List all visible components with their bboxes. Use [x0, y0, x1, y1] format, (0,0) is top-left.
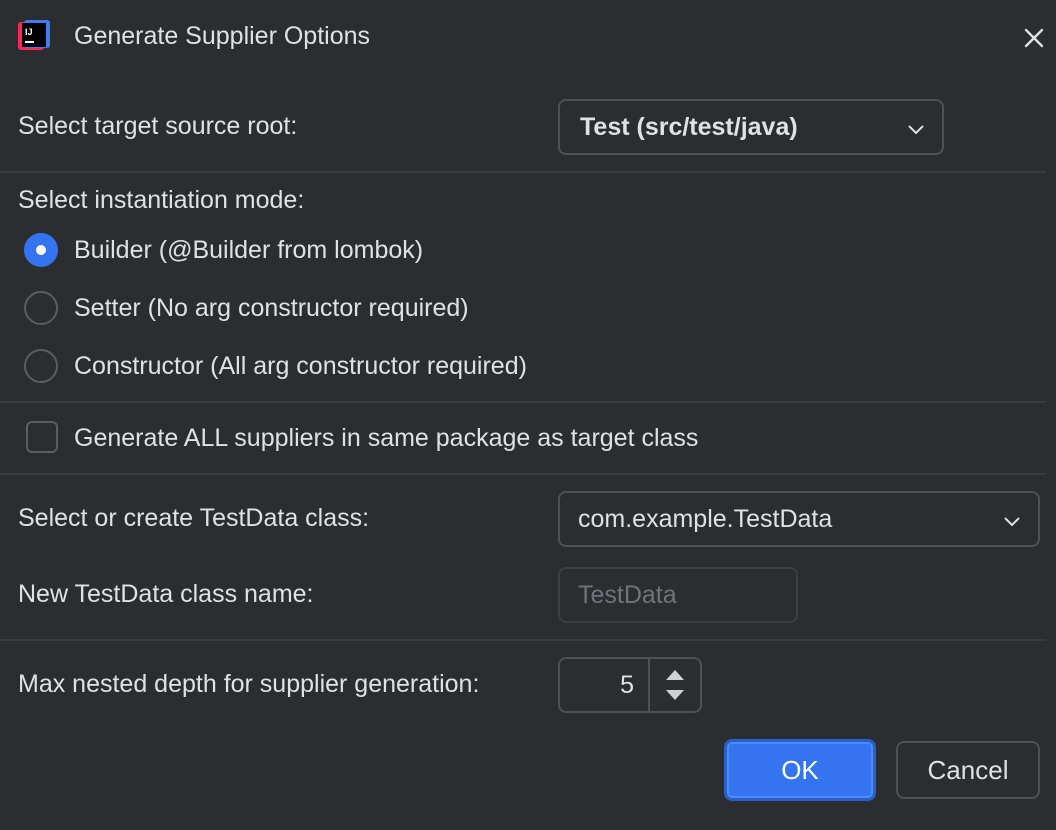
separator — [0, 401, 1046, 403]
max-depth-spinner[interactable]: 5 — [558, 657, 702, 713]
same-package-label[interactable]: Generate ALL suppliers in same package a… — [74, 422, 698, 454]
testdata-class-value: com.example.TestData — [578, 505, 833, 533]
max-depth-value: 5 — [620, 671, 634, 699]
new-class-name-input[interactable] — [558, 567, 798, 623]
testdata-class-label: Select or create TestData class: — [18, 504, 370, 532]
ok-button[interactable]: OK — [724, 739, 876, 801]
new-class-name-label: New TestData class name: — [18, 580, 314, 608]
dialog-title: Generate Supplier Options — [74, 22, 371, 50]
radio-setter[interactable] — [24, 291, 58, 325]
close-icon[interactable] — [1018, 22, 1050, 54]
source-root-label: Select target source root: — [18, 112, 298, 140]
chevron-down-icon — [908, 125, 924, 135]
separator — [0, 639, 1046, 641]
spinner-down-icon[interactable] — [650, 685, 700, 709]
instantiation-mode-label: Select instantiation mode: — [18, 186, 305, 214]
spinner-up-icon[interactable] — [650, 661, 700, 685]
cancel-button[interactable]: Cancel — [896, 741, 1040, 799]
source-root-dropdown[interactable]: Test (src/test/java) — [558, 99, 944, 155]
testdata-class-dropdown[interactable]: com.example.TestData — [558, 491, 1040, 547]
separator — [0, 473, 1046, 475]
max-depth-label: Max nested depth for supplier generation… — [18, 670, 480, 698]
radio-constructor-label[interactable]: Constructor (All arg constructor require… — [74, 350, 527, 382]
generate-supplier-options-dialog: IJ Generate Supplier Options Select targ… — [0, 0, 1056, 830]
title-bar: IJ Generate Supplier Options — [0, 0, 1056, 74]
separator — [0, 171, 1046, 173]
intellij-app-icon: IJ — [18, 20, 50, 50]
radio-constructor[interactable] — [24, 349, 58, 383]
radio-setter-label[interactable]: Setter (No arg constructor required) — [74, 292, 469, 324]
svg-text:IJ: IJ — [25, 27, 33, 37]
chevron-down-icon — [1004, 517, 1020, 527]
radio-builder-label[interactable]: Builder (@Builder from lombok) — [74, 234, 423, 266]
same-package-checkbox[interactable] — [26, 421, 58, 453]
source-root-value: Test (src/test/java) — [580, 113, 798, 141]
radio-builder[interactable] — [24, 233, 58, 267]
